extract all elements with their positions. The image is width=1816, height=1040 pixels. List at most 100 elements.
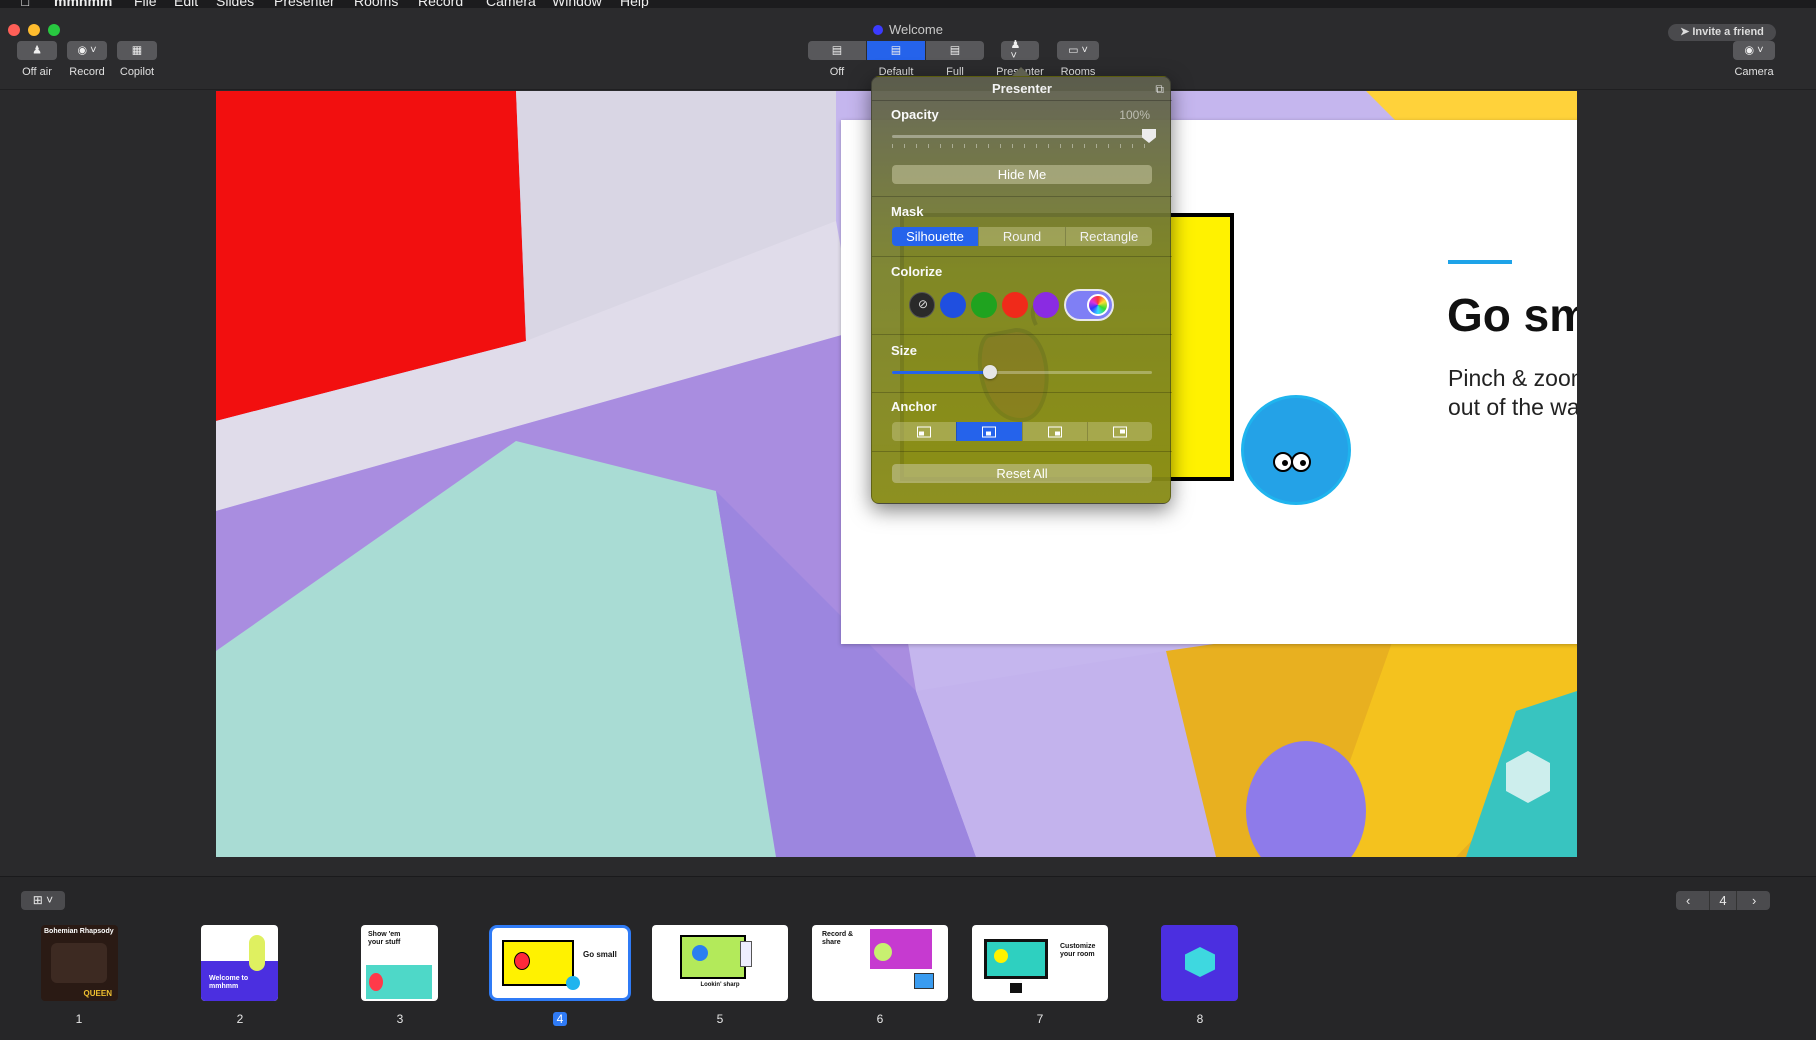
previous-slide-button[interactable]: ‹: [1686, 891, 1690, 910]
thumb-stand: [1010, 983, 1022, 993]
anchor-bottom-left-option[interactable]: [892, 422, 956, 441]
slide-number-4: 4: [552, 1012, 568, 1026]
camera-label: Camera: [1734, 66, 1774, 78]
mask-label: Mask: [891, 204, 924, 219]
size-slider-thumb[interactable]: [983, 365, 997, 379]
slide-title: Go small: [1447, 289, 1577, 341]
menu-edit[interactable]: Edit: [174, 0, 198, 8]
current-page-number: 4: [1709, 891, 1737, 910]
slide-thumbnail-3[interactable]: Show 'em your stuff: [361, 925, 438, 1001]
mask-segmented-control: Silhouette Round Rectangle: [892, 227, 1152, 246]
colorize-green-swatch[interactable]: [971, 292, 997, 318]
slide-thumbnail-4[interactable]: Go small: [489, 925, 631, 1001]
thumb-character: [249, 935, 265, 971]
menu-help[interactable]: Help: [620, 0, 649, 8]
opacity-ticks: [892, 144, 1152, 148]
mask-silhouette-option[interactable]: Silhouette: [892, 227, 978, 246]
size-slider[interactable]: [892, 371, 1152, 374]
colorize-blue-swatch[interactable]: [940, 292, 966, 318]
popover-arrow: [1012, 67, 1030, 76]
anchor-right-option[interactable]: [1086, 422, 1152, 441]
thumb-character: [874, 943, 892, 961]
slide-subtitle: Pinch & zoom to get out of the way: [1448, 365, 1577, 420]
presenter-panel: Presenter ⧉ Opacity 100% Hide Me Mask Si…: [871, 76, 1172, 504]
presenter-button[interactable]: ♟ ˅: [1001, 38, 1039, 62]
thumb-character: [369, 973, 383, 991]
mask-round-option[interactable]: Round: [978, 227, 1065, 246]
anchor-bottom-right-option[interactable]: [1021, 422, 1087, 441]
next-slide-button[interactable]: ›: [1752, 891, 1756, 910]
menu-file[interactable]: File: [134, 0, 157, 8]
colorize-purple-swatch[interactable]: [1033, 292, 1059, 318]
slide-number-5: 5: [716, 1012, 724, 1026]
reset-all-button[interactable]: Reset All: [892, 464, 1152, 483]
layout-default-button[interactable]: ▤: [867, 41, 925, 60]
thumb-panel: [740, 941, 752, 967]
hide-me-button[interactable]: Hide Me: [892, 165, 1152, 184]
thumb-monitor: [984, 939, 1048, 979]
no-color-icon: ⊘: [918, 297, 929, 311]
record-button[interactable]: ◉ ˅: [67, 41, 107, 60]
slide-number-3: 3: [396, 1012, 404, 1026]
divider: [872, 451, 1172, 452]
copilot-button[interactable]: ▦: [117, 41, 157, 60]
mask-rectangle-option[interactable]: Rectangle: [1065, 227, 1152, 246]
presenter-panel-title: Presenter: [872, 77, 1172, 101]
anchor-bottom-center-option[interactable]: [956, 422, 1022, 441]
rooms-icon: ▭ ˅: [1068, 44, 1088, 56]
opacity-slider[interactable]: [892, 135, 1152, 138]
menu-app[interactable]: mmhmm: [54, 0, 112, 8]
invite-friend-button[interactable]: ➤ Invite a friend: [1668, 24, 1776, 41]
slide-number-7: 7: [1036, 1012, 1044, 1026]
thumb-illustration: [680, 935, 746, 979]
presenter-icon: ♟ ˅: [1010, 38, 1021, 62]
add-slide-icon: ⊞ ˅: [32, 893, 54, 907]
layout-full-button[interactable]: ▤: [926, 41, 984, 60]
send-icon: ➤: [1680, 26, 1693, 38]
menu-slides[interactable]: Slides: [216, 0, 254, 8]
off-air-button[interactable]: ♟: [17, 41, 57, 60]
thumb-character: [994, 949, 1008, 963]
slide-thumbnail-1[interactable]: Bohemian Rhapsody QUEEN: [41, 925, 118, 1001]
slide-thumbnail-7[interactable]: Customize your room: [972, 925, 1108, 1001]
thumb-character: [514, 952, 530, 970]
menu-presenter[interactable]: Presenter: [274, 0, 335, 8]
detach-icon[interactable]: ⧉: [1155, 82, 1164, 97]
slide-thumbnail-2[interactable]: Welcome to mmhmm: [201, 925, 278, 1001]
colorize-red-swatch[interactable]: [1002, 292, 1028, 318]
slide-thumbnail-8[interactable]: [1161, 925, 1238, 1001]
menu-record[interactable]: Record: [418, 0, 463, 8]
divider: [872, 334, 1172, 335]
thumb-character: [692, 945, 708, 961]
menu-camera[interactable]: Camera: [486, 0, 536, 8]
slide-thumbnail-5[interactable]: Lookin' sharp: [652, 925, 788, 1001]
presenter-icon: ♟: [32, 44, 42, 56]
thumb-panel: [914, 973, 934, 989]
rooms-button[interactable]: ▭ ˅: [1057, 41, 1099, 60]
thumb-illustration: [502, 940, 574, 986]
camera-icon: ◉ ˅: [1744, 44, 1764, 56]
divider: [872, 392, 1172, 393]
menu-rooms[interactable]: Rooms: [354, 0, 398, 8]
colorize-none-swatch[interactable]: ⊘: [909, 292, 935, 318]
colorize-label: Colorize: [891, 264, 943, 279]
slide-thumbnail-6[interactable]: Record & share: [812, 925, 948, 1001]
slide-accent-line: [1448, 260, 1512, 264]
opacity-slider-thumb[interactable]: [1142, 129, 1156, 143]
colorize-custom-swatch[interactable]: [1064, 289, 1114, 321]
layout-full-icon: ▤: [949, 44, 961, 56]
thumb-character: [566, 976, 580, 990]
copilot-label: Copilot: [119, 66, 155, 78]
opacity-label: Opacity: [891, 107, 939, 122]
camera-button[interactable]: ◉ ˅: [1733, 41, 1775, 60]
copilot-icon: ▦: [131, 44, 143, 56]
menu-window[interactable]: Window: [552, 0, 602, 8]
slide-number-6: 6: [876, 1012, 884, 1026]
opacity-value: 100%: [1119, 108, 1150, 122]
apple-menu-icon[interactable]: : [20, 0, 31, 8]
add-slide-button[interactable]: ⊞ ˅: [21, 891, 65, 910]
divider: [872, 196, 1172, 197]
layout-off-button[interactable]: ▤: [808, 41, 866, 60]
window-title: Welcome: [0, 22, 1816, 37]
anchor-segmented-control: [892, 422, 1152, 441]
